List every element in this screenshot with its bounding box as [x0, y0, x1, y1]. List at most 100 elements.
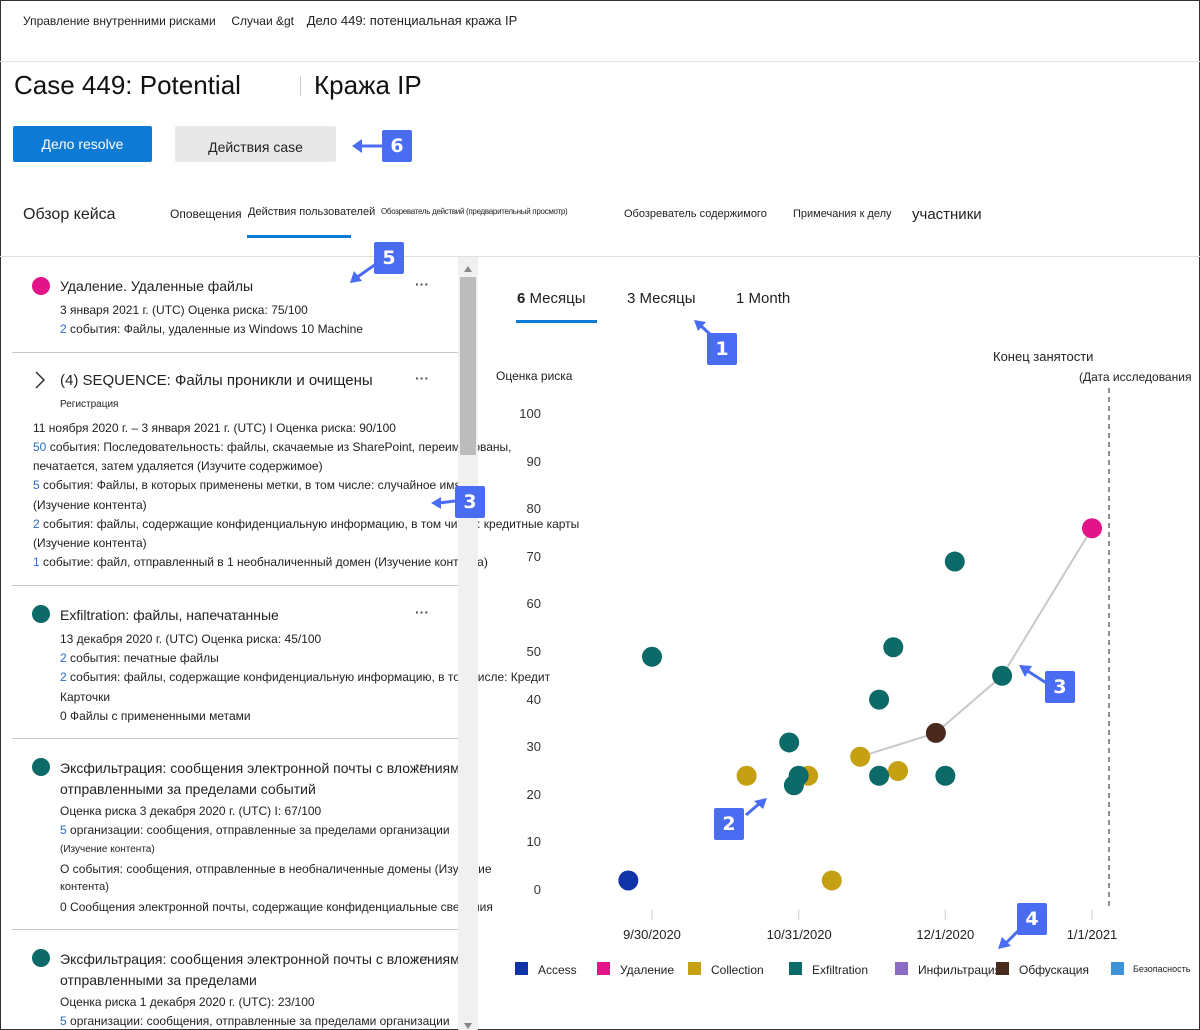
breadcrumb-item-cases[interactable]: Случаи &gt: [231, 14, 294, 28]
more-options-icon[interactable]: ···: [415, 757, 429, 773]
callout-3: 3: [455, 486, 485, 518]
y-tick-label: 90: [526, 453, 541, 469]
resolve-case-button[interactable]: Дело resolve: [13, 126, 152, 162]
activity-card-date: Оценка риска 1 декабря 2020 г. (UTC): 23…: [60, 995, 315, 1009]
y-tick-label: 80: [526, 501, 541, 517]
event-count-link[interactable]: 5: [60, 823, 67, 837]
card-divider: [12, 352, 458, 353]
breadcrumb: Управление внутренними рисками Случаи &g…: [23, 13, 517, 28]
more-options-icon[interactable]: ···: [415, 949, 429, 965]
range-1-month[interactable]: 1 Month: [736, 290, 790, 307]
breadcrumb-item-irm[interactable]: Управление внутренними рисками: [23, 14, 216, 28]
event-count-link[interactable]: 2: [60, 322, 67, 336]
event-count-link[interactable]: 1: [33, 555, 40, 569]
legend-label[interactable]: Инфильтрация: [918, 963, 1001, 977]
legend-label[interactable]: Access: [538, 963, 577, 977]
activity-card-event: 5 организации: сообщения, отправленные з…: [60, 1014, 450, 1028]
list-scrollbar-thumb[interactable]: [460, 277, 476, 455]
arrow-icon: [431, 494, 456, 510]
event-text-cont: (Изучение контента): [60, 844, 155, 855]
more-options-icon[interactable]: ···: [415, 370, 429, 386]
event-count-link[interactable]: 2: [33, 517, 40, 531]
card-divider: [12, 585, 458, 586]
tab-contributors[interactable]: участники: [912, 206, 982, 223]
chart-ylabel: Оценка риска: [496, 369, 573, 383]
event-text-cont: печатается, затем удаляется (Изучите сод…: [33, 459, 323, 473]
legend-label[interactable]: Collection: [711, 963, 764, 977]
tab-content-explorer[interactable]: Обозреватель содержимого: [624, 208, 767, 220]
callout-1: 1: [707, 333, 737, 365]
scroll-down-icon[interactable]: [463, 1019, 473, 1029]
marker-label: Конец занятости: [993, 349, 1094, 364]
marker-sublabel: (Дата исследования: [1079, 370, 1192, 384]
activity-card-event: 2 события: Файлы, удаленные из Windows 1…: [60, 322, 363, 336]
chevron-right-icon[interactable]: [34, 371, 48, 389]
x-tick-label: 12/1/2020: [916, 927, 975, 942]
activity-card-title[interactable]: Удаление. Удаленные файлы: [60, 278, 253, 294]
event-text: организации: сообщения, отправленные за …: [66, 823, 450, 837]
event-text: события: Файлы, удаленные из Windows 10 …: [66, 322, 363, 336]
activity-card-title[interactable]: Exfiltration: файлы, напечатанные: [60, 607, 279, 623]
event-text-cont: контента): [60, 881, 109, 893]
activity-list: Удаление. Удаленные файлы ··· 3 января 2…: [0, 257, 579, 1030]
header-divider: [0, 61, 1200, 62]
x-tick-label: 10/31/2020: [766, 927, 832, 942]
tab-activity-explorer[interactable]: Обозреватель действий (предварительный п…: [381, 207, 568, 216]
card-divider: [12, 929, 458, 930]
legend-swatch: [996, 962, 1009, 975]
callout-4: 4: [1017, 903, 1047, 935]
legend-label[interactable]: Удаление: [620, 963, 674, 977]
y-tick-label: 30: [526, 739, 541, 755]
legend-label[interactable]: Безопасность: [1133, 964, 1190, 974]
legend-swatch: [789, 962, 802, 975]
tab-case-notes[interactable]: Примечания к делу: [793, 208, 892, 220]
case-actions-button[interactable]: Действия case: [175, 126, 336, 162]
activity-card-date: Оценка риска 3 декабря 2020 г. (UTC) I: …: [60, 804, 322, 818]
activity-card-title[interactable]: (4) SEQUENCE: Файлы проникли и очищены: [60, 372, 373, 389]
event-count-link[interactable]: 2: [60, 670, 67, 684]
tab-alerts[interactable]: Оповещения: [170, 207, 242, 221]
page-title: Case 449: Potential: [14, 70, 241, 101]
activity-card-date: 3 января 2021 г. (UTC) Оценка риска: 75/…: [60, 303, 308, 317]
y-tick-label: 60: [526, 596, 541, 612]
range-1-label: Month: [744, 290, 791, 307]
legend-label[interactable]: Обфускация: [1019, 963, 1089, 977]
event-count-link[interactable]: 5: [33, 478, 40, 492]
activity-card-event: 2 события: файлы, содержащие конфиденциа…: [33, 517, 579, 531]
exfiltration-dot-icon: [32, 605, 50, 623]
y-tick-label: 40: [526, 691, 541, 707]
range-6-months[interactable]: 6 Месяцы: [517, 290, 586, 307]
event-count-link[interactable]: 5: [60, 1014, 67, 1028]
y-tick-label: 100: [519, 406, 541, 421]
activity-card-title[interactable]: Эксфильтрация: сообщения электронной поч…: [60, 760, 471, 776]
arrow-icon: [352, 136, 382, 156]
title-separator: [300, 76, 301, 96]
activity-card-date: 11 ноября 2020 г. – 3 января 2021 г. (UT…: [33, 421, 396, 435]
event-text-cont: (Изучение контента): [33, 536, 147, 550]
event-count-link[interactable]: 50: [33, 440, 46, 454]
y-tick-label: 50: [526, 644, 541, 659]
tab-user-activity[interactable]: Действия пользователей: [248, 206, 375, 218]
event-text-cont: (Изучение контента): [33, 498, 147, 512]
activity-card-title[interactable]: Эксфильтрация: сообщения электронной поч…: [60, 951, 471, 967]
y-tick-label: 0: [533, 882, 541, 897]
event-count-link[interactable]: 2: [60, 651, 67, 665]
more-options-icon[interactable]: ···: [415, 604, 429, 620]
activity-card-title-cont: отправленными за пределами: [60, 972, 257, 988]
callout-2: 2: [714, 808, 744, 840]
page-title-part1: Case 449: Potential: [14, 70, 241, 100]
scroll-up-icon[interactable]: [463, 262, 473, 272]
activity-card-event: 5 организации: сообщения, отправленные з…: [60, 823, 450, 837]
activity-card-event: 2 события: печатные файлы: [60, 651, 219, 665]
breadcrumb-item-current: Дело 449: потенциальная кража IP: [306, 13, 518, 28]
range-6-label: Месяцы: [525, 290, 586, 307]
tab-case-overview[interactable]: Обзор кейса: [23, 206, 116, 224]
event-text-cont: Карточки: [60, 690, 111, 704]
more-options-icon[interactable]: ···: [415, 276, 429, 292]
range-3-months[interactable]: 3 Месяцы: [627, 290, 696, 307]
activity-card-event: 50 события: Последовательность: файлы, с…: [33, 440, 512, 454]
legend-swatch: [597, 962, 610, 975]
exfiltration-dot-icon: [32, 949, 50, 967]
legend-label[interactable]: Exfiltration: [812, 963, 868, 977]
activity-card-event: 1 событие: файл, отправленный в 1 необна…: [33, 555, 488, 569]
